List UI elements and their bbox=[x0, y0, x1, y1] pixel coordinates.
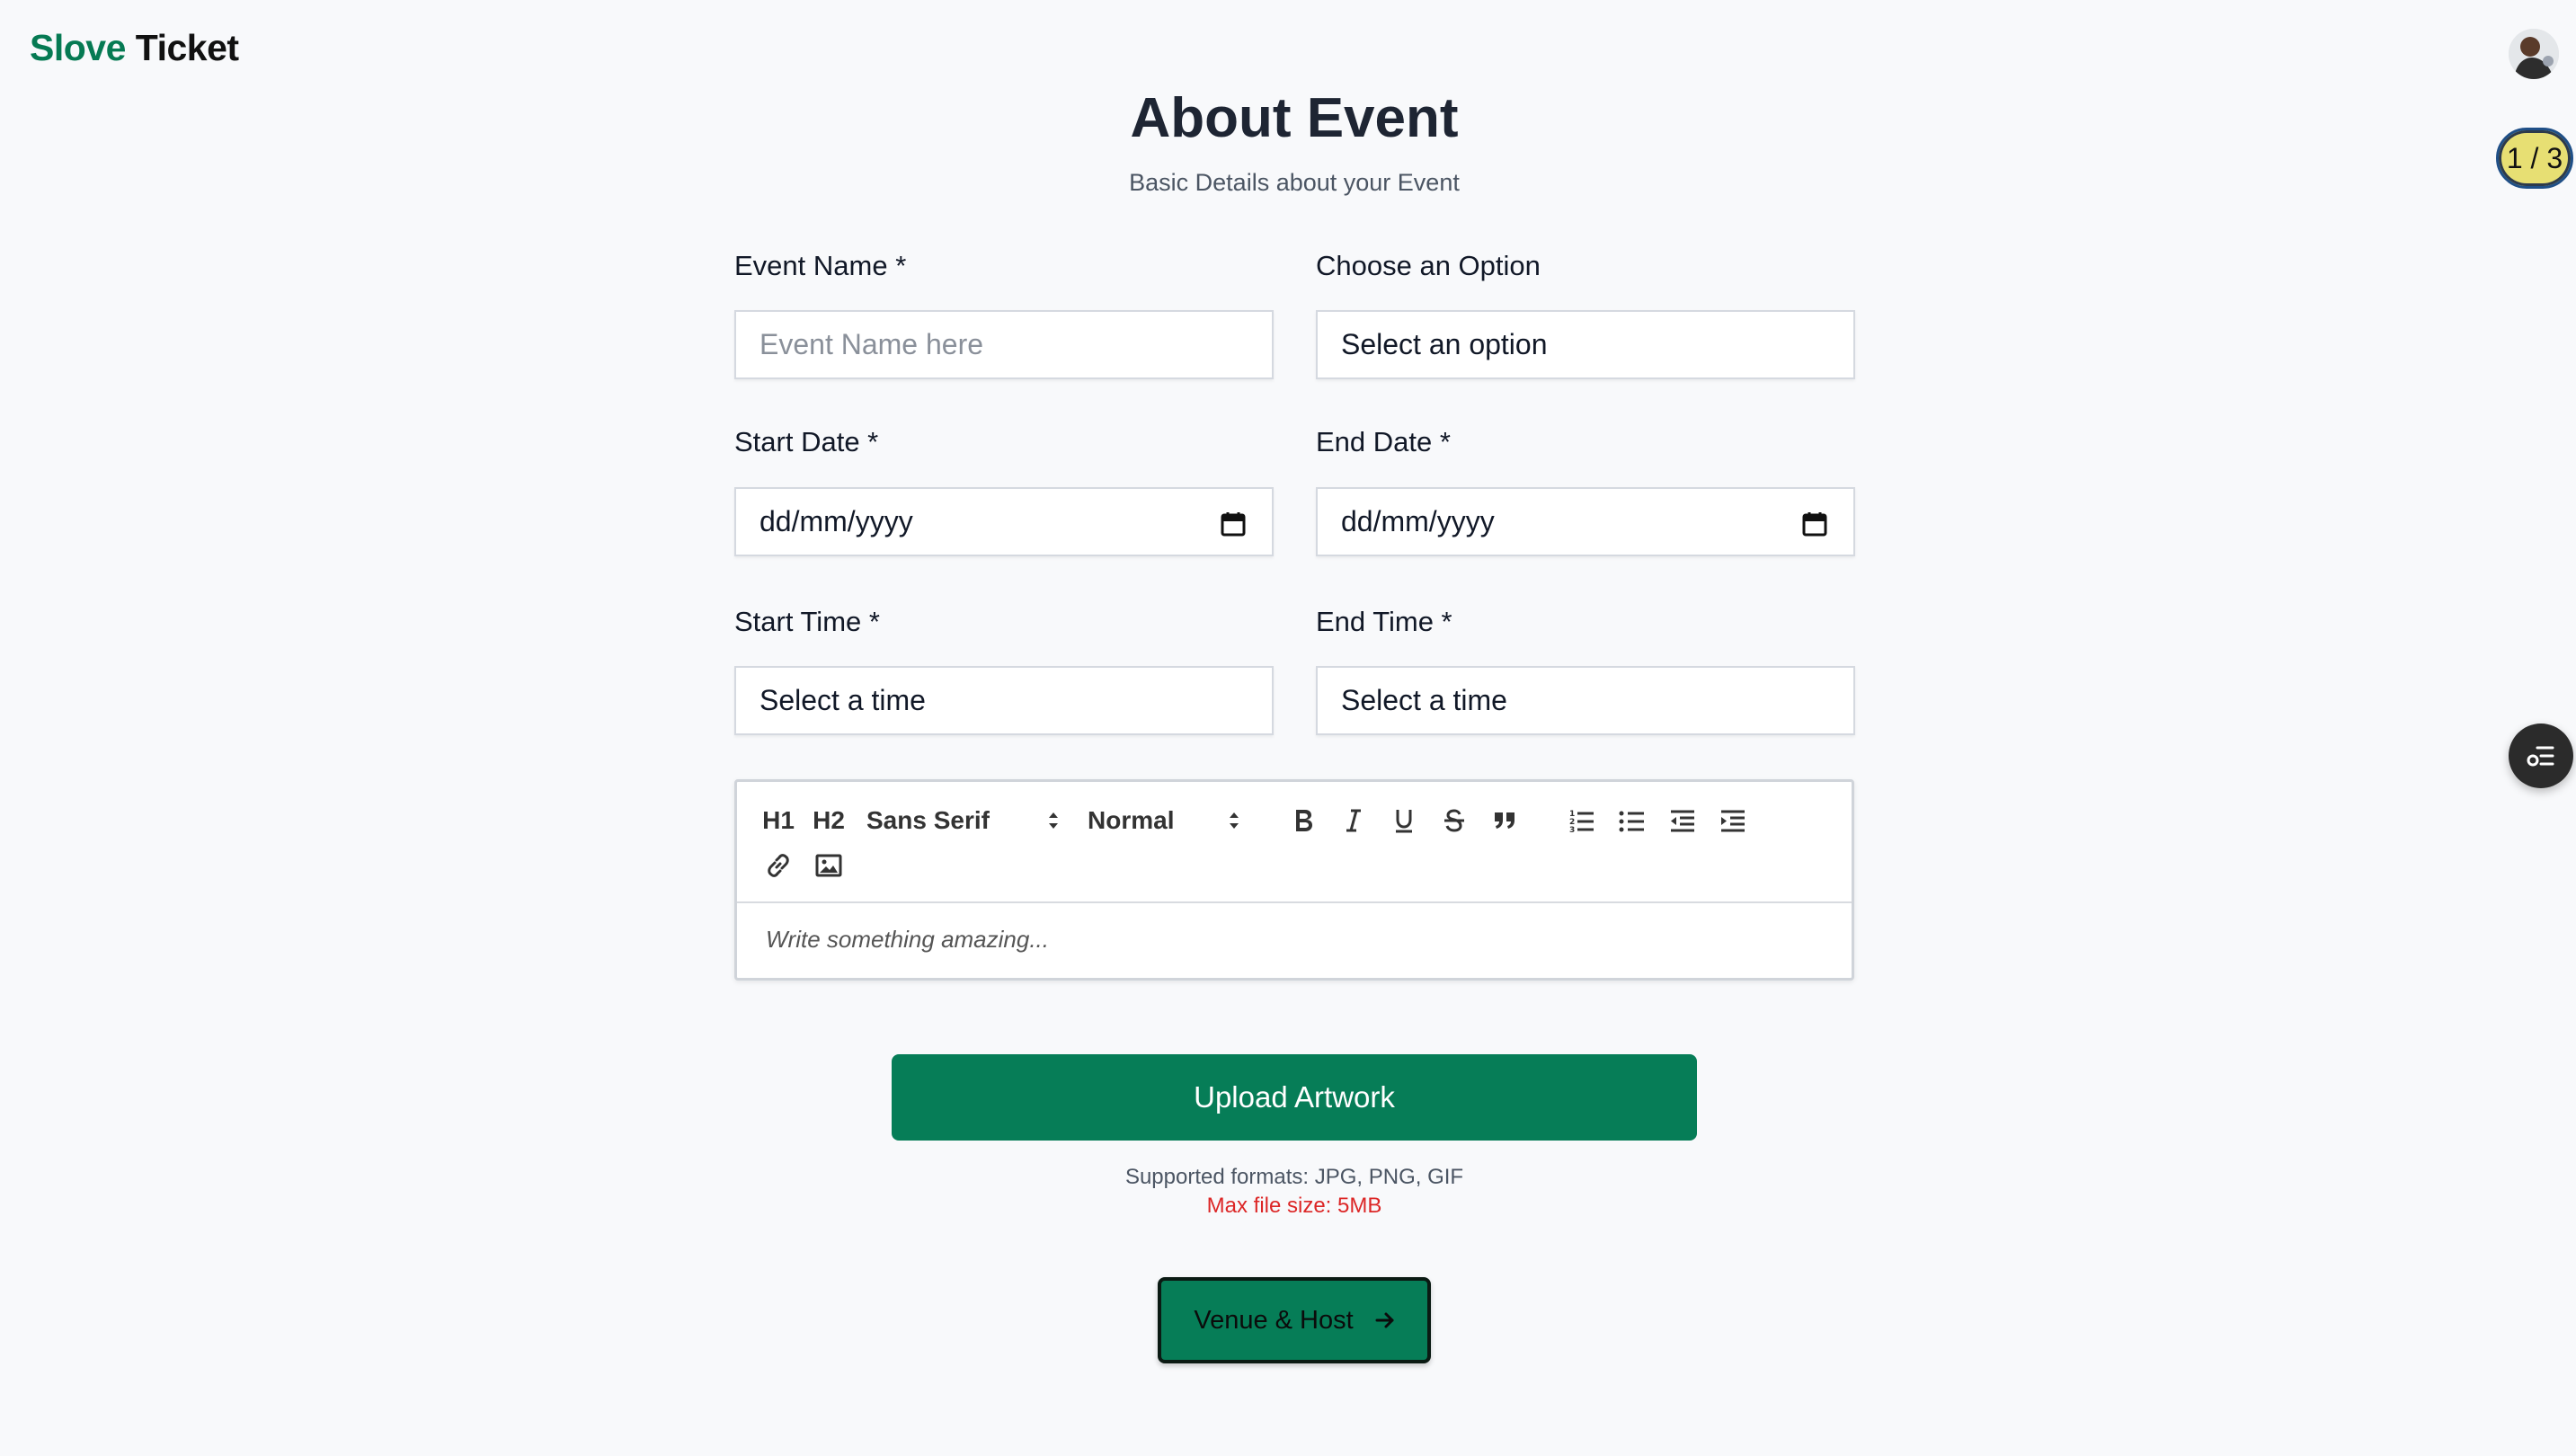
start-time-label: Start Time * bbox=[734, 606, 880, 637]
indent-icon bbox=[1721, 810, 1745, 832]
upload-artwork-button[interactable]: Upload Artwork bbox=[892, 1054, 1697, 1141]
end-time-input[interactable]: Select a time bbox=[1316, 666, 1855, 735]
outdent-button[interactable] bbox=[1665, 802, 1701, 839]
calendar-icon[interactable] bbox=[1220, 510, 1247, 537]
avatar-image bbox=[2509, 29, 2559, 79]
end-time-value: Select a time bbox=[1341, 684, 1507, 716]
link-icon bbox=[768, 854, 789, 877]
editor-content-area[interactable]: Write something amazing... bbox=[766, 926, 1049, 954]
start-date-value: dd/mm/yyyy bbox=[759, 505, 913, 537]
event-name-input[interactable] bbox=[759, 312, 1272, 377]
arrow-right-icon bbox=[1375, 1312, 1394, 1328]
strikethrough-icon bbox=[1444, 809, 1464, 832]
option-select[interactable]: Select an option bbox=[1316, 310, 1855, 379]
page-subtitle: Basic Details about your Event bbox=[1129, 169, 1460, 196]
bold-icon bbox=[1296, 810, 1312, 831]
bullet-list-button[interactable] bbox=[1614, 802, 1650, 839]
heading-1-button[interactable]: H1 bbox=[760, 802, 796, 839]
start-time-value: Select a time bbox=[759, 684, 926, 716]
blockquote-button[interactable] bbox=[1487, 802, 1523, 839]
end-date-input[interactable]: dd/mm/yyyy bbox=[1316, 487, 1855, 556]
next-button-label: Venue & Host bbox=[1194, 1305, 1354, 1335]
underline-button[interactable] bbox=[1386, 802, 1422, 839]
brand-logo[interactable]: Slove Ticket bbox=[30, 27, 239, 69]
venue-host-next-button[interactable]: Venue & Host bbox=[1158, 1277, 1431, 1363]
font-family-value: Sans Serif bbox=[866, 806, 990, 834]
max-file-size-text: Max file size: 5MB bbox=[1206, 1194, 1382, 1218]
brand-part-1: Slove bbox=[30, 27, 126, 68]
outdent-icon bbox=[1671, 810, 1694, 832]
start-date-input[interactable]: dd/mm/yyyy bbox=[734, 487, 1274, 556]
brand-part-2: Ticket bbox=[135, 27, 239, 68]
editor-placeholder: Write something amazing... bbox=[766, 926, 1050, 953]
rich-text-editor: H1 H2 Sans Serif Normal 1 2 3 Write some… bbox=[734, 779, 1854, 981]
italic-icon bbox=[1346, 809, 1361, 832]
end-time-label: End Time * bbox=[1316, 606, 1452, 637]
start-date-label: Start Date * bbox=[734, 426, 879, 457]
calendar-icon[interactable] bbox=[1801, 510, 1828, 537]
font-size-value: Normal bbox=[1088, 806, 1175, 834]
page-title: About Event bbox=[1130, 87, 1459, 149]
ordered-list-icon: 1 2 3 bbox=[1569, 810, 1594, 834]
font-size-select[interactable]: Normal bbox=[1088, 802, 1240, 839]
page: Slove Ticket 1 / 3 About Event Basic Det… bbox=[0, 0, 2576, 1456]
underline-icon bbox=[1396, 810, 1412, 833]
event-name-field bbox=[734, 310, 1274, 379]
font-family-select[interactable]: Sans Serif bbox=[866, 802, 1060, 839]
image-button[interactable] bbox=[811, 847, 847, 884]
svg-text:3: 3 bbox=[1569, 826, 1575, 834]
select-arrows-icon bbox=[1230, 812, 1239, 829]
bullet-list-icon bbox=[1619, 811, 1644, 832]
heading-1-label: H1 bbox=[762, 806, 795, 834]
heading-2-button[interactable]: H2 bbox=[811, 802, 847, 839]
end-date-value: dd/mm/yyyy bbox=[1341, 505, 1495, 537]
option-select-value: Select an option bbox=[1341, 328, 1548, 360]
start-time-input[interactable]: Select a time bbox=[734, 666, 1274, 735]
link-button[interactable] bbox=[760, 847, 796, 884]
editor-toolbar: H1 H2 Sans Serif Normal 1 2 3 bbox=[737, 782, 1852, 903]
bold-button[interactable] bbox=[1285, 802, 1321, 839]
option-label: Choose an Option bbox=[1316, 250, 1541, 281]
quote-icon bbox=[1495, 812, 1515, 829]
indent-button[interactable] bbox=[1715, 802, 1751, 839]
list-settings-icon bbox=[2527, 746, 2554, 767]
select-arrows-icon bbox=[1049, 812, 1058, 829]
strikethrough-button[interactable] bbox=[1436, 802, 1472, 839]
event-name-label: Event Name * bbox=[734, 250, 907, 281]
end-date-label: End Date * bbox=[1316, 426, 1451, 457]
supported-formats-text: Supported formats: JPG, PNG, GIF bbox=[1124, 1165, 1464, 1189]
italic-button[interactable] bbox=[1336, 802, 1372, 839]
image-icon bbox=[815, 854, 842, 877]
user-avatar[interactable] bbox=[2509, 29, 2559, 79]
ordered-list-button[interactable]: 1 2 3 bbox=[1564, 802, 1600, 839]
heading-2-label: H2 bbox=[813, 806, 845, 834]
floating-menu-button[interactable] bbox=[2509, 724, 2573, 788]
